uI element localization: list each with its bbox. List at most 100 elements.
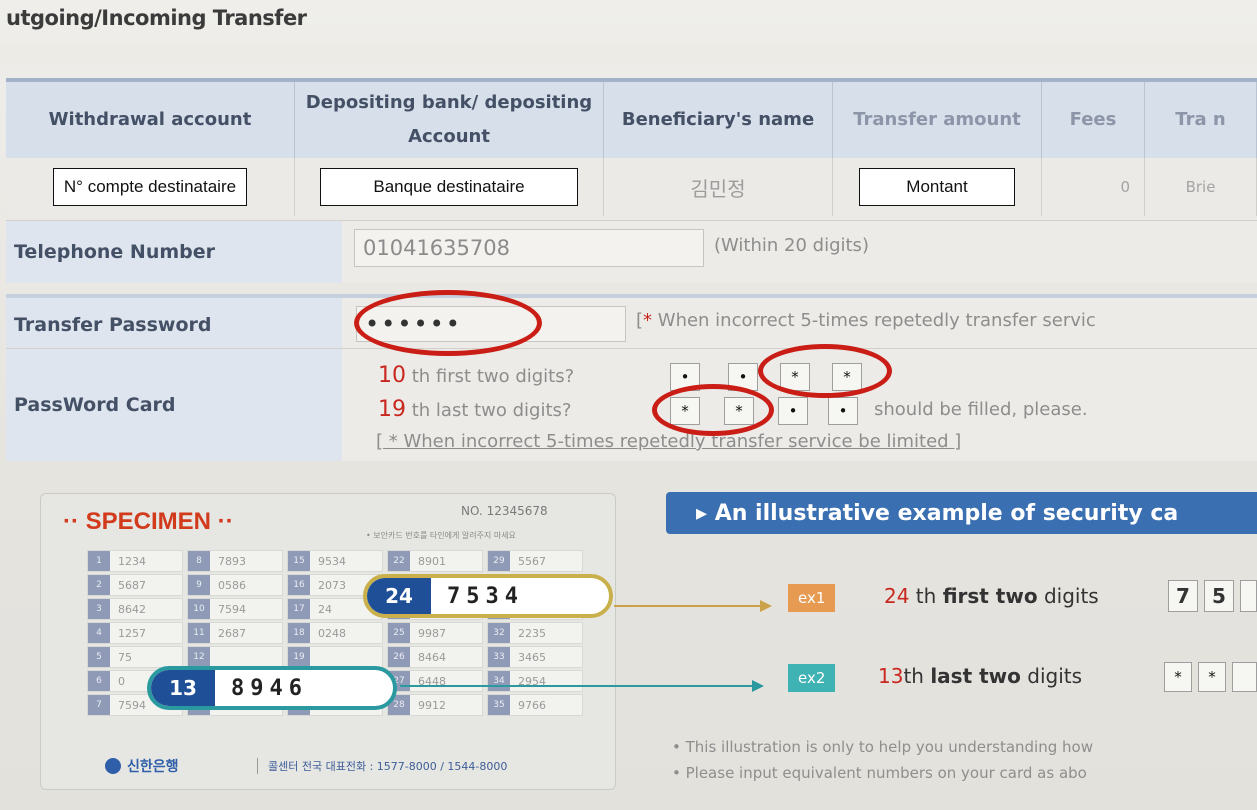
card-cell-index: 11 — [188, 623, 210, 643]
col-transfer-amount: Transfer amount — [832, 78, 1042, 158]
card-cell-value: 0248 — [318, 626, 346, 640]
connector-arrow-ex2 — [752, 680, 764, 692]
card-cell: 27 6448 — [387, 670, 483, 692]
card-cell-index: 12 — [188, 647, 210, 667]
overlay-label-bank: Banque destinataire — [320, 168, 578, 206]
card-cell-index: 8 — [188, 551, 210, 571]
connector-line-ex2 — [400, 685, 756, 687]
col-depositing-bank: Depositing bank/ depositing Account — [294, 78, 604, 158]
card-cell-index: 22 — [388, 551, 410, 571]
ex1-text: 24 th first two digits — [884, 584, 1099, 608]
card-cell-value: 9912 — [418, 698, 446, 712]
card-cell-index: 1 — [88, 551, 110, 571]
card-cell-value: 8464 — [418, 650, 446, 664]
first-digits-text: th first two digits? — [411, 366, 575, 387]
last-digit-4-input[interactable]: • — [828, 397, 858, 425]
card-cell: 19 — [287, 646, 383, 668]
card-cell-value: 2073 — [318, 578, 346, 592]
bank-logo-text: 신한은행 — [127, 759, 179, 775]
card-cell-index: 17 — [288, 599, 310, 619]
cell-withdrawal-account: N° compte destinataire — [6, 158, 295, 216]
zoom-bubble-24: 24 7534 — [363, 574, 613, 618]
card-cell-value: 8642 — [118, 602, 146, 616]
card-cell-index: 10 — [188, 599, 210, 619]
card-cell: 4 1257 — [87, 622, 183, 644]
card-small-print: • 보안카드 번호를 타인에게 알려주지 마세요 — [366, 531, 516, 540]
title-separator — [0, 44, 1257, 66]
card-cell: 32 2235 — [487, 622, 583, 644]
card-cell-value: 7594 — [118, 698, 146, 712]
example-note-2: • Please input equivalent numbers on you… — [672, 764, 1087, 782]
ex2-text-c: digits — [1020, 664, 1083, 688]
telephone-input[interactable]: 01041635708 — [354, 229, 704, 267]
card-cell-index: 9 — [188, 575, 210, 595]
fill-hint: should be filled, please. — [874, 399, 1088, 420]
last-digits-prompt: 19 th last two digits? — [378, 397, 571, 422]
card-cell-index: 5 — [88, 647, 110, 667]
card-cell-index: 34 — [488, 671, 510, 691]
last-digit-3-input[interactable]: • — [778, 397, 808, 425]
telephone-row: Telephone Number 01041635708 (Within 20 … — [6, 220, 1257, 283]
annotation-oval-last-digits — [652, 384, 774, 436]
zoom-bubble-13: 13 8946 — [147, 666, 397, 710]
zoom-24-index: 24 — [367, 578, 431, 614]
card-cell-value: 75 — [118, 650, 132, 664]
ex1-digit-3 — [1240, 580, 1257, 612]
card-cell-index: 29 — [488, 551, 510, 571]
password-card-label: PassWord Card — [6, 349, 342, 461]
card-cell-index: 32 — [488, 623, 510, 643]
card-cell: 15 9534 — [287, 550, 383, 572]
card-cell: 11 2687 — [187, 622, 283, 644]
password-card-row: PassWord Card 10 th first two digits? 19… — [6, 348, 1257, 461]
transfer-password-label: Transfer Password — [6, 298, 342, 352]
card-cell-index: 3 — [88, 599, 110, 619]
card-cell: 3 8642 — [87, 598, 183, 620]
card-cell-index: 26 — [388, 647, 410, 667]
table-header-row: Withdrawal account Depositing bank/ depo… — [6, 78, 1257, 158]
first-digits-prompt: 10 th first two digits? — [378, 363, 574, 388]
card-cell-value: 2687 — [218, 626, 246, 640]
card-cell: 25 9987 — [387, 622, 483, 644]
ex2-digit-2: * — [1198, 662, 1226, 692]
card-cell: 35 9766 — [487, 694, 583, 716]
ex1-text-c: digits — [1037, 584, 1099, 608]
card-cell: 26 8464 — [387, 646, 483, 668]
overlay-label-amount: Montant — [859, 168, 1015, 206]
transfer-password-row: Transfer Password •••••• [* When incorre… — [6, 294, 1257, 352]
first-digits-index: 10 — [378, 363, 406, 388]
cell-transfer-amount: Montant — [832, 158, 1042, 216]
hint-star: * — [643, 310, 653, 331]
card-cell: 33 3465 — [487, 646, 583, 668]
card-cell-value: 5567 — [518, 554, 546, 568]
card-cell: 12 — [187, 646, 283, 668]
bank-phone: 콜센터 전국 대표전화 : 1577-8000 / 1544-8000 — [257, 758, 507, 774]
card-cell-value: 7893 — [218, 554, 246, 568]
page-title: utgoing/Incoming Transfer — [6, 6, 307, 30]
card-cell-value: 9534 — [318, 554, 346, 568]
card-cell-value: 5687 — [118, 578, 146, 592]
ex2-text-a: th — [903, 664, 931, 688]
cell-truncated: Brie — [1144, 158, 1257, 216]
ex2-text: 13th last two digits — [878, 664, 1082, 688]
bank-logo: 신한은행 — [105, 756, 179, 776]
card-cell-index: 35 — [488, 695, 510, 715]
card-cell-index: 33 — [488, 647, 510, 667]
card-cell-value: 9987 — [418, 626, 446, 640]
card-cell-value: 9766 — [518, 698, 546, 712]
ex2-text-b: last two — [930, 664, 1021, 688]
cell-depositing-bank: Banque destinataire — [294, 158, 604, 216]
card-cell: 9 0586 — [187, 574, 283, 596]
hint-text: When incorrect 5-times repetedly transfe… — [657, 310, 1096, 331]
col-beneficiary-name: Beneficiary's name — [603, 78, 833, 158]
card-cell: 10 7594 — [187, 598, 283, 620]
cell-beneficiary-name: 김민정 — [603, 158, 833, 216]
col-truncated: Tra n — [1144, 78, 1257, 158]
ex1-text-a: th — [909, 584, 943, 608]
card-cell-index: 7 — [88, 695, 110, 715]
card-cell-index: 6 — [88, 671, 110, 691]
card-cell-value: 3465 — [518, 650, 546, 664]
annotation-oval-password — [354, 290, 542, 356]
col-withdrawal-account: Withdrawal account — [6, 78, 295, 158]
card-cell: 34 2954 — [487, 670, 583, 692]
cell-fees: 0 — [1041, 158, 1145, 216]
